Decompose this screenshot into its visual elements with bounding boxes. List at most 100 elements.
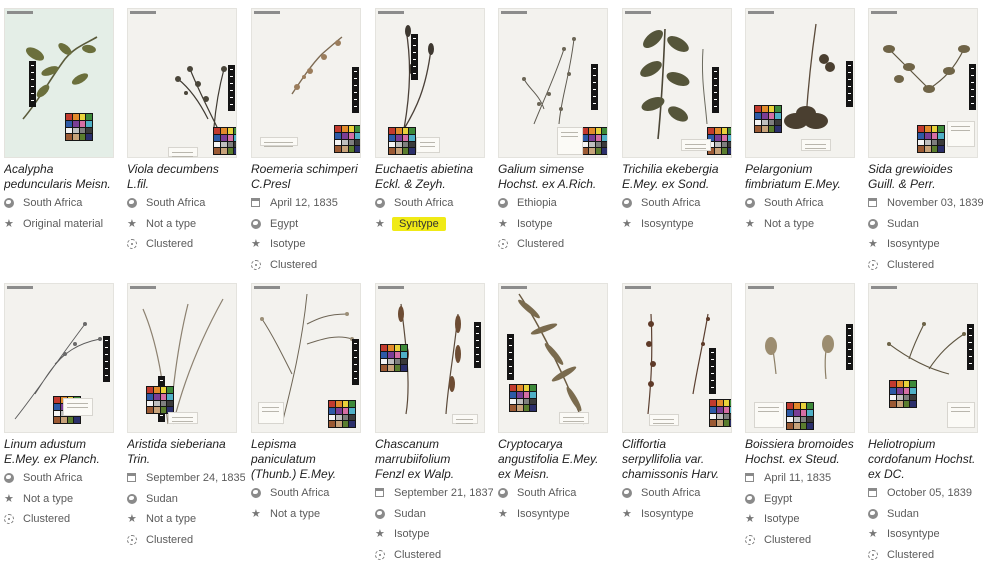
specimen-thumbnail[interactable] (622, 8, 732, 158)
specimen-name[interactable]: Pelargonium fimbriatum E.Mey. (745, 162, 863, 192)
meta-text: South Africa (764, 197, 824, 209)
meta-calendar: October 05, 1839 (868, 485, 986, 505)
specimen-thumbnail[interactable] (4, 8, 114, 158)
specimen-label (947, 121, 975, 147)
specimen-thumbnail[interactable] (745, 283, 855, 433)
star-icon: ★ (622, 507, 632, 520)
specimen-thumbnail[interactable] (251, 283, 361, 433)
color-checker (334, 125, 360, 153)
star-icon: ★ (498, 217, 508, 230)
calendar-icon (251, 198, 260, 207)
color-checker (380, 344, 408, 372)
herbarium-barcode (130, 286, 156, 289)
specimen-name[interactable]: Galium simense Hochst. ex A.Rich. (498, 162, 616, 192)
specimen-thumbnail[interactable] (375, 283, 485, 433)
specimen-label (681, 139, 711, 151)
scale-ruler (846, 324, 853, 370)
specimen-thumbnail[interactable] (745, 8, 855, 158)
specimen-thumbnail[interactable] (498, 8, 608, 158)
specimen-name[interactable]: Heliotropium cordofanum Hochst. ex DC. (868, 437, 986, 482)
specimen-thumbnail[interactable] (498, 283, 608, 433)
meta-text: Clustered (517, 238, 565, 251)
specimen-name-line: E.Mey. ex Planch. (4, 452, 100, 466)
meta-cluster: Clustered (375, 547, 493, 567)
specimen-name[interactable]: Sida grewioides Guill. & Perr. (868, 162, 986, 192)
scale-ruler (507, 334, 514, 380)
scale-ruler (352, 339, 359, 385)
meta-text: November 03, 1839 (887, 197, 984, 209)
specimen-thumbnail[interactable] (868, 283, 978, 433)
globe-icon (622, 488, 632, 498)
globe-icon (127, 198, 137, 208)
meta-cluster: Clustered (127, 532, 245, 552)
scale-ruler (712, 67, 719, 113)
cluster-icon (251, 260, 261, 271)
specimen-name[interactable]: Acalypha peduncularis Meisn. (4, 162, 122, 192)
specimen-name-line: ex DC. (868, 467, 905, 481)
meta-cluster: Clustered (868, 257, 986, 277)
specimen-name[interactable]: Lepisma paniculatum (Thunb.) E.Mey. (251, 437, 369, 482)
globe-icon (745, 198, 755, 208)
specimen-thumbnail[interactable] (622, 283, 732, 433)
specimen-thumbnail[interactable] (251, 8, 361, 158)
specimen-label (452, 414, 478, 424)
specimen-name[interactable]: Euchaetis abietina Eckl. & Zeyh. (375, 162, 493, 192)
color-checker (146, 386, 174, 414)
meta-star: ★ Isotype (498, 216, 616, 236)
specimen-name[interactable]: Cryptocarya angustifolia E.Mey. ex Meisn. (498, 437, 616, 482)
specimen-name[interactable]: Chascanum marrubiifolium Fenzl ex Walp. (375, 437, 493, 482)
specimen-name[interactable]: Linum adustum E.Mey. ex Planch. (4, 437, 122, 467)
meta-text: Sudan (146, 492, 178, 505)
scale-ruler (591, 64, 598, 110)
meta-text: Sudan (887, 507, 919, 520)
cluster-icon (375, 550, 385, 561)
specimen-name-line: ex Meisn. (498, 467, 550, 481)
globe-icon (745, 493, 755, 504)
herbarium-barcode (501, 286, 527, 289)
color-checker (328, 400, 356, 428)
meta-globe: Sudan (868, 506, 986, 526)
specimen-label (801, 139, 831, 151)
specimen-name-line: (Thunb.) E.Mey. (251, 467, 337, 481)
cluster-icon (127, 239, 137, 250)
meta-globe: South Africa (498, 485, 616, 505)
specimen-name[interactable]: Cliffortia serpyllifolia var. chamissonis … (622, 437, 740, 482)
specimen-thumbnail[interactable] (868, 8, 978, 158)
specimen-name[interactable]: Trichilia ekebergia E.Mey. ex Sond. (622, 162, 740, 192)
meta-text: Original material (23, 217, 104, 230)
meta-text: South Africa (394, 197, 454, 209)
herbarium-barcode (378, 11, 404, 14)
specimen-thumbnail[interactable] (375, 8, 485, 158)
specimen-name[interactable]: Roemeria schimperi C.Presl (251, 162, 369, 192)
meta-text: April 12, 1835 (270, 197, 338, 209)
specimen-name-line: Euchaetis abietina (375, 162, 474, 176)
scale-ruler (846, 61, 853, 107)
specimen-name[interactable]: Aristida sieberiana Trin. (127, 437, 245, 467)
globe-icon (375, 508, 385, 519)
cluster-icon (127, 535, 137, 546)
star-icon: ★ (4, 492, 14, 505)
meta-star: ★ Not a type (127, 511, 245, 531)
specimen-name[interactable]: Viola decumbens L.fil. (127, 162, 245, 192)
meta-text: September 24, 1835 (146, 472, 245, 484)
scale-ruler (969, 64, 976, 110)
meta-star: ★ Not a type (4, 491, 122, 511)
herbarium-barcode (748, 11, 774, 14)
specimen-thumbnail[interactable] (127, 283, 237, 433)
meta-star: ★ Isotype (745, 511, 863, 531)
specimen-thumbnail[interactable] (4, 283, 114, 433)
scale-ruler (228, 65, 235, 111)
specimen-thumbnail[interactable] (127, 8, 237, 158)
globe-icon (4, 473, 14, 483)
specimen-label (416, 137, 440, 153)
meta-text: Isosyntype (887, 238, 940, 251)
specimen-name-line: Aristida sieberiana (127, 437, 226, 451)
meta-globe: South Africa (745, 195, 863, 215)
scale-ruler (967, 324, 974, 370)
specimen-label (559, 412, 589, 424)
meta-globe: South Africa (251, 485, 369, 505)
specimen-name[interactable]: Boissiera bromoides Hochst. ex Steud. (745, 437, 863, 467)
color-checker (581, 127, 607, 155)
specimen-name-line: Cryptocarya (498, 437, 563, 451)
meta-star: ★ Not a type (745, 216, 863, 236)
